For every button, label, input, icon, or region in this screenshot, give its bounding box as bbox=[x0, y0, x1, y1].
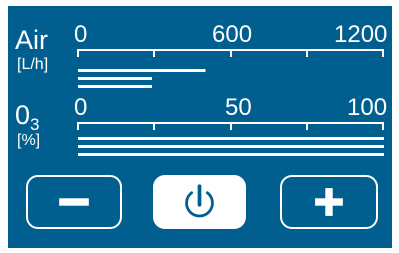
ozone-level-bar bbox=[78, 145, 384, 148]
plus-icon bbox=[315, 188, 343, 216]
air-tick-label: 1200 bbox=[334, 21, 388, 48]
control-panel: Air [L/h] 0 600 1200 03 [%] 0 50 100 bbox=[8, 6, 392, 248]
ozone-label: 03 bbox=[15, 100, 40, 134]
ozone-level-bar bbox=[78, 137, 384, 140]
ozone-tick-label: 0 bbox=[74, 94, 88, 121]
air-tick-label: 600 bbox=[212, 21, 253, 48]
increase-button[interactable] bbox=[280, 175, 378, 229]
ozone-tick-label: 50 bbox=[225, 94, 252, 121]
air-bars bbox=[78, 69, 206, 88]
air-unit-label: [L/h] bbox=[17, 56, 49, 73]
ozone-scale bbox=[77, 122, 384, 130]
decrease-button[interactable] bbox=[26, 175, 122, 229]
ozone-bars bbox=[78, 137, 384, 156]
air-level-bar bbox=[78, 77, 152, 80]
ozone-level-bar bbox=[78, 153, 384, 156]
minus-icon bbox=[59, 198, 89, 206]
ozone-unit-label: [%] bbox=[17, 132, 41, 149]
power-icon bbox=[185, 184, 214, 218]
air-level-bar bbox=[78, 69, 206, 72]
air-label: Air bbox=[15, 25, 48, 55]
air-level-bar bbox=[78, 85, 152, 88]
power-button[interactable] bbox=[153, 175, 246, 229]
air-tick-label: 0 bbox=[74, 21, 88, 48]
air-scale bbox=[77, 49, 384, 57]
ozone-tick-label: 100 bbox=[347, 94, 388, 121]
